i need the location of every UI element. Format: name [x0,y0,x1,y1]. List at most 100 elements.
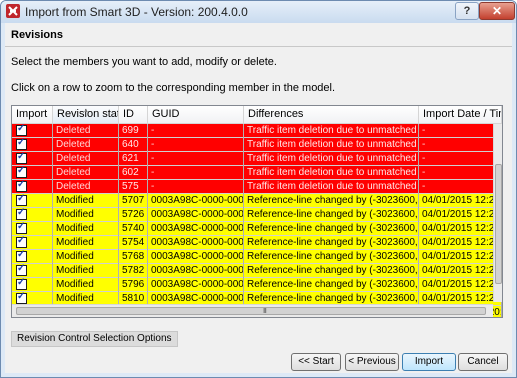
cell-import-date: - [419,180,502,194]
dialog-content: Revisions Select the members you want to… [5,23,512,373]
checkmark-icon: ✓ [17,236,26,246]
cell-revision-status: Modified [53,264,119,278]
column-header-id[interactable]: ID [119,106,148,123]
table-row[interactable]: ✓ Modified57070003A98C-0000-0000-4Referen… [12,194,502,208]
smart3d-app-icon [6,4,20,18]
cell-import-date: 04/01/2015 12:20:10 [419,264,502,278]
cell-revision-status: Deleted [53,152,119,166]
import-checkbox[interactable]: ✓ [16,152,27,164]
import-checkbox[interactable]: ✓ [16,236,27,248]
import-checkbox[interactable]: ✓ [16,222,27,234]
import-checkbox[interactable]: ✓ [16,250,27,262]
import-checkbox[interactable]: ✓ [16,194,27,206]
cell-guid: 0003A98C-0000-0000-4 [148,236,244,250]
column-header-import-date[interactable]: Import Date / Time [419,106,502,123]
cell-revision-status: Modified [53,250,119,264]
import-checkbox[interactable]: ✓ [16,208,27,220]
cell-guid: 0003A98C-0000-0000-4 [148,222,244,236]
cell-differences: Reference-line changed by (-3023600,-236… [244,194,419,208]
cell-revision-status: Deleted [53,166,119,180]
cancel-button[interactable]: Cancel [458,353,508,371]
table-row[interactable]: ✓ Modified57540003A98C-0000-0000-4Referen… [12,236,502,250]
table-row[interactable]: ✓ Modified57820003A98C-0000-0000-8Referen… [12,264,502,278]
cell-differences: Reference-line changed by (-3023600,-236… [244,250,419,264]
cell-revision-status: Modified [53,278,119,292]
cell-import-date: - [419,166,502,180]
revision-control-options-tab[interactable]: Revision Control Selection Options [11,331,178,347]
window-title: Import from Smart 3D - Version: 200.4.0.… [25,5,248,19]
cell-import: ✓ [12,250,53,264]
cell-differences: Traffic item deletion due to unmatched G… [244,152,419,166]
import-checkbox[interactable]: ✓ [16,138,27,150]
table-row[interactable]: ✓ Deleted 640- Traffic item deletion due to… [12,138,502,152]
cell-guid: 0003A98C-0000-0000-4 [148,194,244,208]
cell-id: 640 [119,138,148,152]
title-bar[interactable]: Import from Smart 3D - Version: 200.4.0.… [1,1,516,23]
vertical-scroll-thumb[interactable] [495,164,502,284]
column-header-guid[interactable]: GUID [148,106,244,123]
column-header-revision-status[interactable]: ▲ Revision status [53,106,119,123]
cell-id: 5754 [119,236,148,250]
cell-import-date: - [419,152,502,166]
cell-differences: Traffic item deletion due to unmatched G… [244,166,419,180]
checkmark-icon: ✓ [17,166,26,176]
cell-id: 5782 [119,264,148,278]
horizontal-scrollbar[interactable]: III [12,304,493,317]
cell-differences: Traffic item deletion due to unmatched G… [244,124,419,138]
import-checkbox[interactable]: ✓ [16,264,27,276]
import-checkbox[interactable]: ✓ [16,180,27,192]
cell-import: ✓ [12,222,53,236]
table-row[interactable]: ✓ Deleted 602 - Traffic item deletion due to… [12,166,502,180]
instruction-text: Select the members you want to add, modi… [11,56,277,68]
import-checkbox[interactable]: ✓ [16,292,27,304]
close-button[interactable]: ✕ [479,2,515,20]
revisions-grid[interactable]: Import ▲ Revision status ID GUID Differe… [11,105,503,318]
checkmark-icon: ✓ [17,264,26,274]
cell-guid: - [148,138,244,152]
section-title: Revisions [11,29,63,41]
cell-import: ✓ [12,194,53,208]
table-row[interactable]: ✓ Modified57960003A98C-0000-0000-9Referen… [12,278,502,292]
cell-revision-status: Modified [53,208,119,222]
column-header-import[interactable]: Import [12,106,53,123]
help-button[interactable]: ? [455,2,479,20]
cell-import: ✓ [12,236,53,250]
import-checkbox[interactable]: ✓ [16,166,27,178]
checkmark-icon: ✓ [17,194,26,204]
table-row[interactable]: ✓ Deleted 621- Traffic item deletion due to… [12,152,502,166]
cell-guid: 0003A98C-0000-0000-4 [148,208,244,222]
column-header-differences[interactable]: Differences [244,106,419,123]
cell-id: 602 [119,166,148,180]
cell-import-date: 04/01/2015 12:20:10 [419,236,502,250]
cell-guid: 0003A98C-0000-0000-8 [148,264,244,278]
table-row[interactable]: ✓ Modified57680003A98C-0000-0000-4Referen… [12,250,502,264]
vertical-scrollbar[interactable] [493,124,502,302]
cell-id: 5796 [119,278,148,292]
checkmark-icon: ✓ [17,152,26,162]
cell-differences: Traffic item deletion due to unmatched G… [244,180,419,194]
import-checkbox[interactable]: ✓ [16,278,27,290]
table-row[interactable]: ✓ Modified57400003A98C-0000-0000-4Referen… [12,222,502,236]
cell-guid: - [148,180,244,194]
cell-import-date: 04/01/2015 12:20:10 [419,208,502,222]
checkmark-icon: ✓ [17,250,26,260]
zoom-hint-text: Click on a row to zoom to the correspond… [11,82,336,94]
previous-button[interactable]: < Previous [345,353,399,371]
checkmark-icon: ✓ [17,292,26,302]
cell-differences: Reference-line changed by (-3023600,-236… [244,278,419,292]
table-row[interactable]: ✓ Modified57260003A98C-0000-0000-4Referen… [12,208,502,222]
cell-import-date: - [419,138,502,152]
import-dialog-window: Import from Smart 3D - Version: 200.4.0.… [0,0,517,378]
table-row[interactable]: ✓ Deleted 575- Traffic item deletion due to… [12,180,502,194]
cell-import: ✓ [12,264,53,278]
checkmark-icon: ✓ [17,180,26,190]
horizontal-scroll-thumb[interactable]: III [16,307,486,315]
table-row[interactable]: ✓ Deleted 699- Traffic item deletion due to… [12,124,502,138]
cell-revision-status: Deleted [53,124,119,138]
import-button[interactable]: Import [402,353,456,371]
cell-guid: 0003A98C-0000-0000-4 [148,250,244,264]
import-checkbox[interactable]: ✓ [16,124,27,136]
checkmark-icon: ✓ [17,138,26,148]
cell-import: ✓ [12,208,53,222]
start-button[interactable]: << Start [291,353,341,371]
